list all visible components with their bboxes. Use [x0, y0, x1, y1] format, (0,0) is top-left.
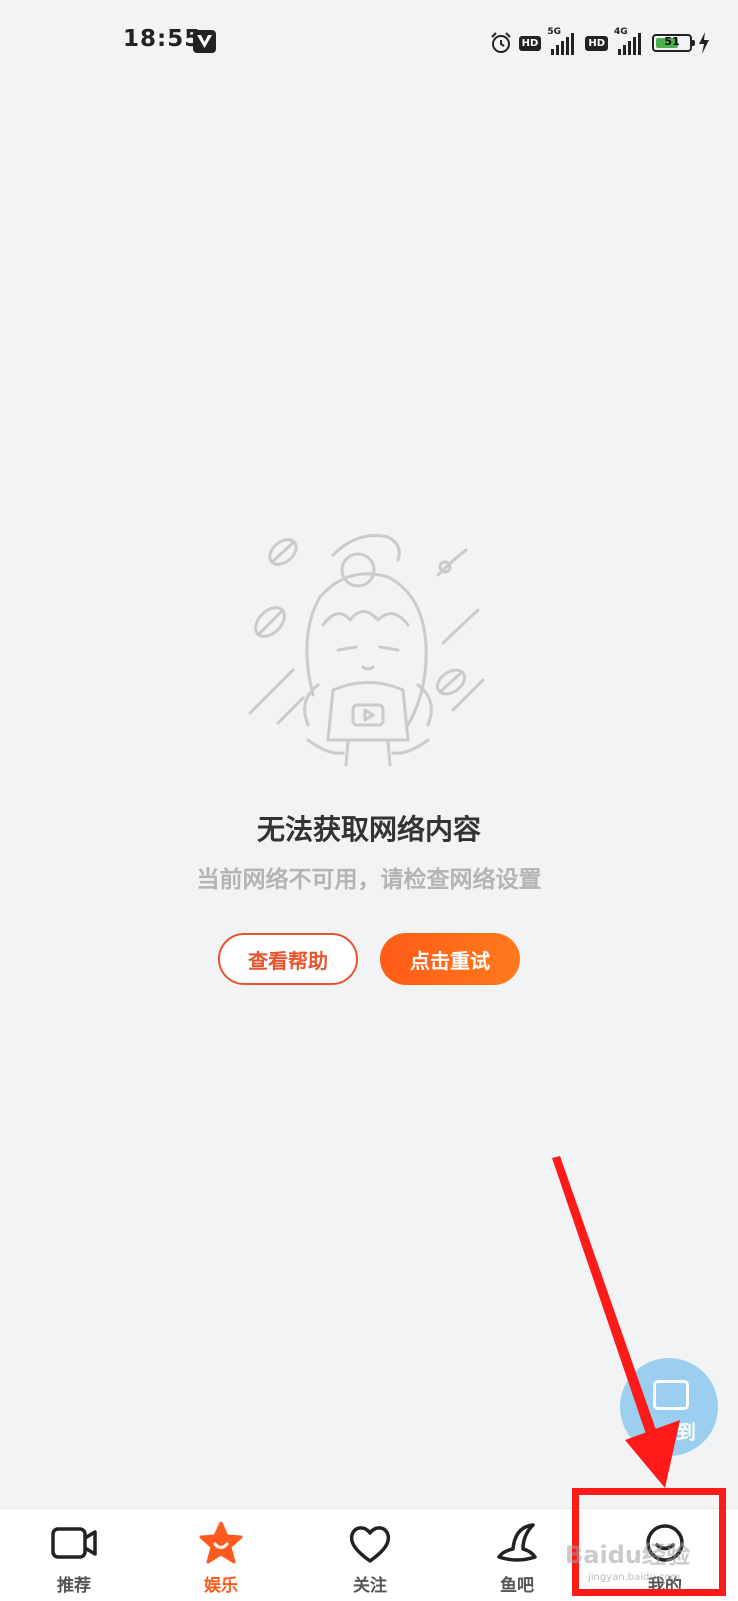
tab-entertainment-label: 娱乐: [204, 1576, 238, 1596]
star-icon: [199, 1521, 243, 1564]
watermark: Baidu经验: [565, 1541, 690, 1569]
empty-state-title: 无法获取网络内容: [256, 813, 481, 846]
status-time: 18:55: [123, 26, 202, 52]
app-notification-icon: [193, 30, 216, 53]
system-icons: HD 5G HD 4G 51: [489, 27, 710, 56]
witch-hat-icon: [497, 1523, 537, 1562]
heart-icon: [349, 1526, 391, 1563]
alarm-icon: [490, 32, 511, 53]
retry-button[interactable]: 点击重试: [380, 933, 520, 985]
annotation-arrow: [552, 1156, 680, 1488]
tab-fishbar-label: 鱼吧: [500, 1576, 534, 1596]
empty-state-subtitle: 当前网络不可用，请检查网络设置: [196, 867, 542, 893]
tab-recommend[interactable]: 推荐: [24, 1509, 124, 1601]
hd-icon-2: HD: [585, 35, 608, 51]
video-camera-icon: [51, 1527, 97, 1559]
calendar-icon: [653, 1380, 689, 1410]
tab-fishbar[interactable]: 鱼吧: [467, 1509, 567, 1601]
watermark-url: jingyan.baidu.com: [588, 1572, 681, 1583]
signal-5g-icon: 5G: [547, 27, 579, 55]
tab-follow-label: 关注: [353, 1576, 387, 1596]
tab-follow[interactable]: 关注: [320, 1509, 420, 1601]
tab-entertainment[interactable]: 娱乐: [171, 1509, 271, 1601]
sign-in-float-button[interactable]: 到: [620, 1358, 718, 1456]
status-bar: 18:55 HD 5G HD 4G 51: [0, 0, 738, 84]
hd-icon: HD: [518, 35, 542, 51]
tab-recommend-label: 推荐: [57, 1576, 91, 1596]
battery-icon: 51: [652, 34, 695, 52]
sign-in-label: 到: [676, 1420, 696, 1444]
charging-icon: [699, 32, 709, 54]
signal-4g-icon: 4G: [614, 27, 646, 55]
network-error-illustration: [248, 534, 485, 767]
view-help-button[interactable]: 查看帮助: [218, 933, 358, 985]
